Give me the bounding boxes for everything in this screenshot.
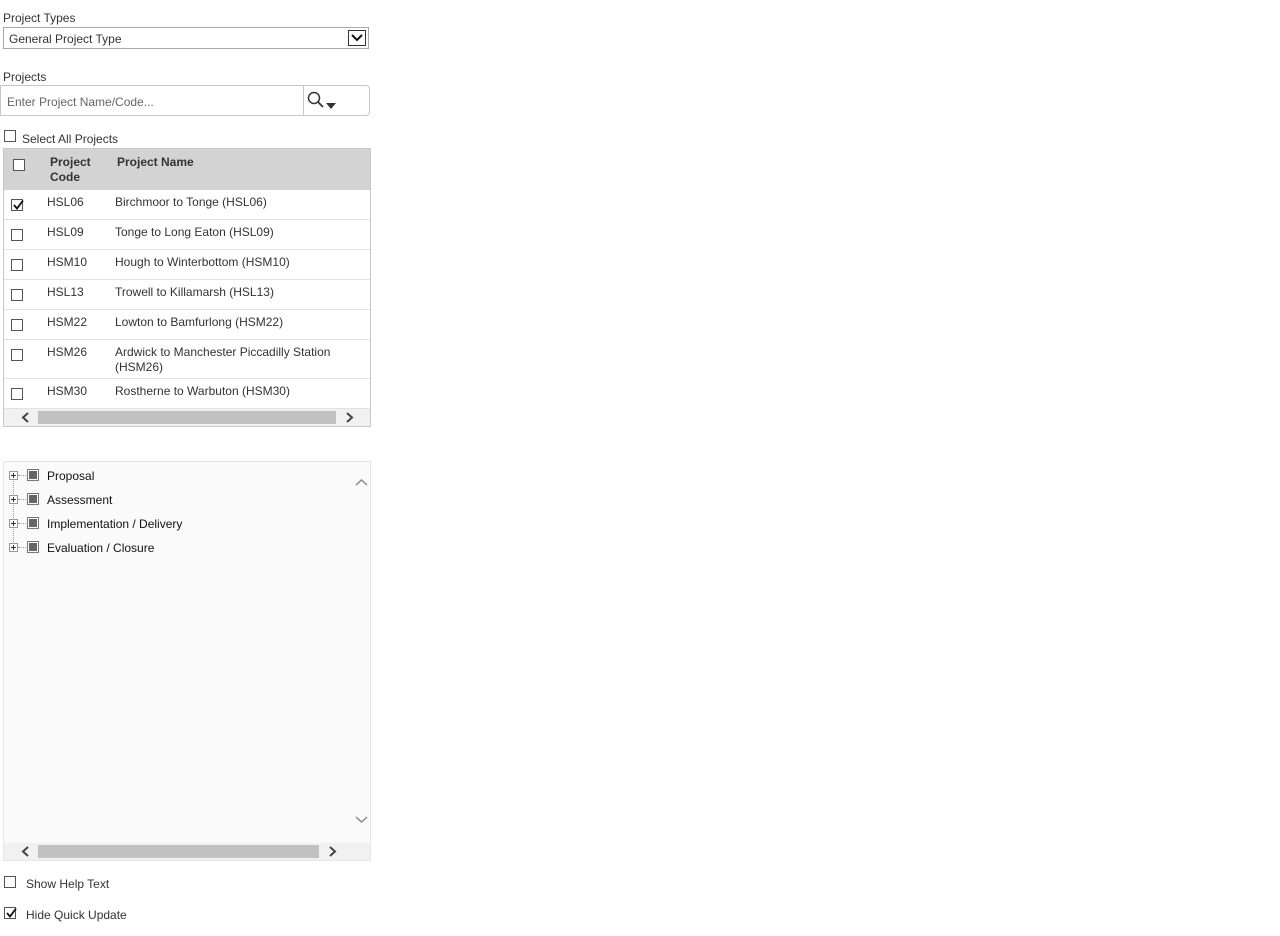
select-all-projects-checkbox[interactable] xyxy=(4,130,16,142)
table-row[interactable]: HSM10 Hough to Winterbottom (HSM10) xyxy=(4,250,370,280)
table-row[interactable]: HSL06 Birchmoor to Tonge (HSL06) xyxy=(4,190,370,220)
project-code-cell: HSM30 xyxy=(47,384,88,398)
tree-vertical-scrollbar[interactable] xyxy=(353,462,370,844)
row-checkbox[interactable] xyxy=(11,229,23,241)
tree-connector xyxy=(18,475,26,476)
project-code-cell: HSM26 xyxy=(47,345,88,359)
project-code-cell: HSL09 xyxy=(47,225,84,239)
header-select-checkbox[interactable] xyxy=(13,159,25,171)
project-code-cell: HSL13 xyxy=(47,285,84,299)
table-row[interactable]: HSM30 Rostherne to Warbuton (HSM30) xyxy=(4,379,370,409)
hide-quick-update-label: Hide Quick Update xyxy=(26,908,127,922)
chevron-right-icon[interactable] xyxy=(325,844,339,859)
project-name-cell: Hough to Winterbottom (HSM10) xyxy=(115,255,290,269)
tree-node-label: Assessment xyxy=(47,493,113,507)
row-checkbox[interactable] xyxy=(11,199,24,211)
show-help-text-checkbox[interactable] xyxy=(4,876,16,888)
column-header-project-code[interactable]: Project Code xyxy=(50,155,91,185)
grid-header: Project Code Project Name xyxy=(4,149,370,190)
chevron-left-icon[interactable] xyxy=(19,410,33,425)
projects-grid: Project Code Project Name HSL06 Birchmoor… xyxy=(3,148,371,427)
expand-plus-icon[interactable] xyxy=(9,495,18,504)
grid-horizontal-scrollbar[interactable] xyxy=(4,409,370,426)
select-all-projects-label: Select All Projects xyxy=(22,132,119,146)
project-name-cell: Rostherne to Warbuton (HSM30) xyxy=(115,384,290,398)
table-row[interactable]: HSM22 Lowton to Bamfurlong (HSM22) xyxy=(4,310,370,340)
table-row[interactable]: HSL09 Tonge to Long Eaton (HSL09) xyxy=(4,220,370,250)
partial-checkbox[interactable] xyxy=(27,469,39,481)
project-type-selected-value: General Project Type xyxy=(9,32,122,46)
chevron-down-icon[interactable] xyxy=(355,814,368,828)
project-types-label: Project Types xyxy=(3,11,76,25)
search-button[interactable] xyxy=(303,86,369,115)
tree-node-label: Proposal xyxy=(47,469,95,483)
row-checkbox[interactable] xyxy=(11,388,23,400)
project-type-select[interactable]: General Project Type xyxy=(3,27,369,49)
row-checkbox[interactable] xyxy=(11,349,23,361)
partial-checkbox[interactable] xyxy=(27,517,39,529)
tree-node-label: Implementation / Delivery xyxy=(47,517,183,531)
tree-connector xyxy=(18,547,26,548)
chevron-right-icon[interactable] xyxy=(342,410,356,425)
tree-connector xyxy=(18,499,26,500)
partial-checkbox[interactable] xyxy=(27,541,39,553)
hide-quick-update-checkbox[interactable] xyxy=(4,907,17,919)
chevron-up-icon[interactable] xyxy=(355,476,368,490)
partial-checkbox[interactable] xyxy=(27,493,39,505)
tree-scroll-thumb[interactable] xyxy=(38,845,319,858)
project-name-cell: Trowell to Killamarsh (HSL13) xyxy=(115,285,274,299)
tree-connector xyxy=(18,523,26,524)
chevron-down-icon[interactable] xyxy=(348,30,366,46)
caret-down-icon xyxy=(326,98,336,112)
row-checkbox[interactable] xyxy=(11,259,23,271)
search-icon xyxy=(307,91,325,112)
chevron-left-icon[interactable] xyxy=(19,844,33,859)
tree-node-label: Evaluation / Closure xyxy=(47,541,155,555)
project-name-cell: Tonge to Long Eaton (HSL09) xyxy=(115,225,274,239)
project-code-cell: HSL06 xyxy=(47,195,84,209)
project-search-input[interactable] xyxy=(5,92,301,112)
show-help-text-label: Show Help Text xyxy=(26,877,110,891)
project-name-cell: Birchmoor to Tonge (HSL06) xyxy=(115,195,267,209)
row-checkbox[interactable] xyxy=(11,289,23,301)
expand-plus-icon[interactable] xyxy=(9,543,18,552)
tree-connector-line xyxy=(13,478,14,550)
row-checkbox[interactable] xyxy=(11,319,23,331)
project-search xyxy=(0,85,370,116)
table-row[interactable]: HSL13 Trowell to Killamarsh (HSL13) xyxy=(4,280,370,310)
column-header-project-name[interactable]: Project Name xyxy=(117,155,194,170)
project-name-cell: Ardwick to Manchester Piccadilly Station… xyxy=(115,345,331,374)
table-row[interactable]: HSM26 Ardwick to Manchester Piccadilly St… xyxy=(4,340,370,379)
project-code-cell: HSM10 xyxy=(47,255,88,269)
tree-horizontal-scrollbar[interactable] xyxy=(4,843,370,860)
expand-plus-icon[interactable] xyxy=(9,471,18,480)
grid-scroll-thumb[interactable] xyxy=(38,411,336,424)
expand-plus-icon[interactable] xyxy=(9,519,18,528)
projects-label: Projects xyxy=(3,70,47,84)
project-code-cell: HSM22 xyxy=(47,315,88,329)
project-name-cell: Lowton to Bamfurlong (HSM22) xyxy=(115,315,284,329)
process-tree: Proposal Assessment Implementation / Deliv… xyxy=(3,461,371,861)
